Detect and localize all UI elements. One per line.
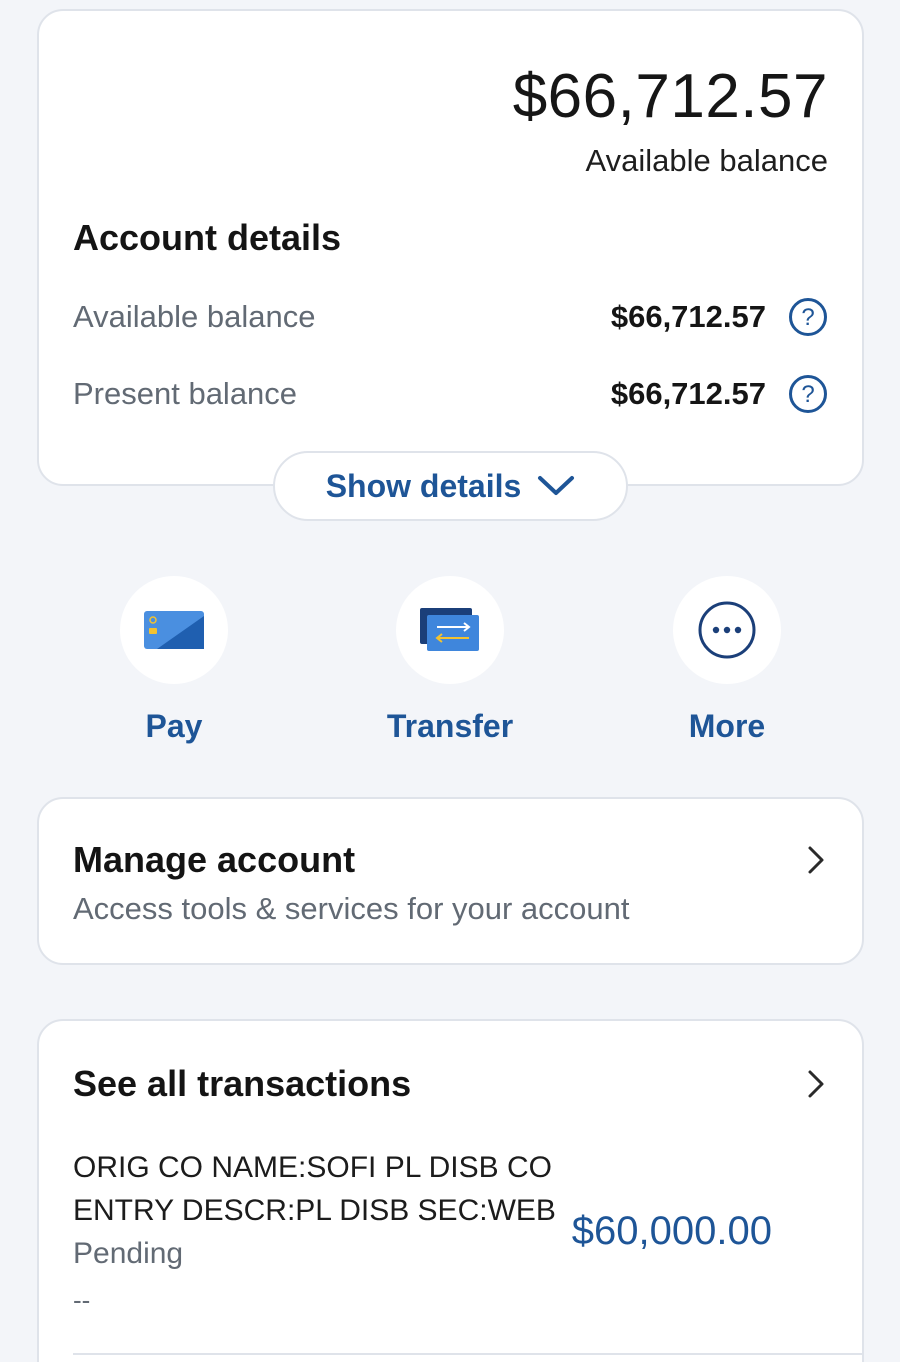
- transaction-description-line2: ENTRY DESCR:PL DISB SEC:WEB: [73, 1194, 556, 1227]
- manage-account-card[interactable]: Manage account Access tools & services f…: [37, 797, 864, 965]
- divider: [73, 1353, 862, 1355]
- pay-action[interactable]: Pay: [84, 576, 264, 745]
- available-balance-row: Available balance $66,712.57 ?: [73, 295, 828, 339]
- manage-account-subtitle: Access tools & services for your account: [73, 891, 630, 926]
- detail-value: $66,712.57: [610, 299, 766, 334]
- transactions-card: See all transactions ORIG CO NAME:SOFI P…: [37, 1019, 864, 1362]
- transfer-icon-circle[interactable]: [396, 576, 504, 684]
- show-details-label: Show details: [325, 467, 522, 504]
- show-details-button[interactable]: Show details: [273, 451, 628, 521]
- balance-card: $66,712.57 Available balance Account det…: [37, 9, 864, 486]
- pay-label[interactable]: Pay: [84, 708, 264, 745]
- help-icon[interactable]: ?: [788, 374, 828, 414]
- help-icon[interactable]: ?: [788, 297, 828, 337]
- more-icon-circle[interactable]: [673, 576, 781, 684]
- transfer-action[interactable]: Transfer: [360, 576, 540, 745]
- manage-account-title: Manage account: [73, 839, 356, 880]
- transfer-icon: [420, 608, 479, 651]
- transaction-date: --: [73, 1285, 91, 1315]
- chevron-right-icon[interactable]: [806, 1069, 826, 1099]
- balance-amount: $66,712.57: [512, 62, 828, 131]
- more-icon: [698, 601, 756, 659]
- detail-value: $66,712.57: [610, 376, 766, 411]
- svg-text:?: ?: [801, 304, 814, 331]
- transaction-status: Pending: [73, 1237, 184, 1270]
- see-all-transactions-link[interactable]: See all transactions: [73, 1063, 411, 1105]
- account-details-title: Account details: [73, 217, 342, 258]
- detail-label: Present balance: [73, 376, 298, 411]
- transfer-label[interactable]: Transfer: [360, 708, 540, 745]
- more-action[interactable]: More: [637, 576, 817, 745]
- pay-icon-circle[interactable]: [120, 576, 228, 684]
- transaction-description-line1: ORIG CO NAME:SOFI PL DISB CO: [73, 1151, 552, 1184]
- present-balance-row: Present balance $66,712.57 ?: [73, 372, 828, 416]
- transaction-amount: $60,000.00: [571, 1209, 772, 1253]
- balance-caption: Available balance: [585, 143, 828, 178]
- card-icon: [144, 611, 204, 649]
- more-label[interactable]: More: [637, 708, 817, 745]
- chevron-down-icon: [538, 476, 575, 495]
- svg-text:?: ?: [801, 381, 814, 408]
- chevron-right-icon: [808, 846, 824, 874]
- detail-label: Available balance: [73, 299, 316, 334]
